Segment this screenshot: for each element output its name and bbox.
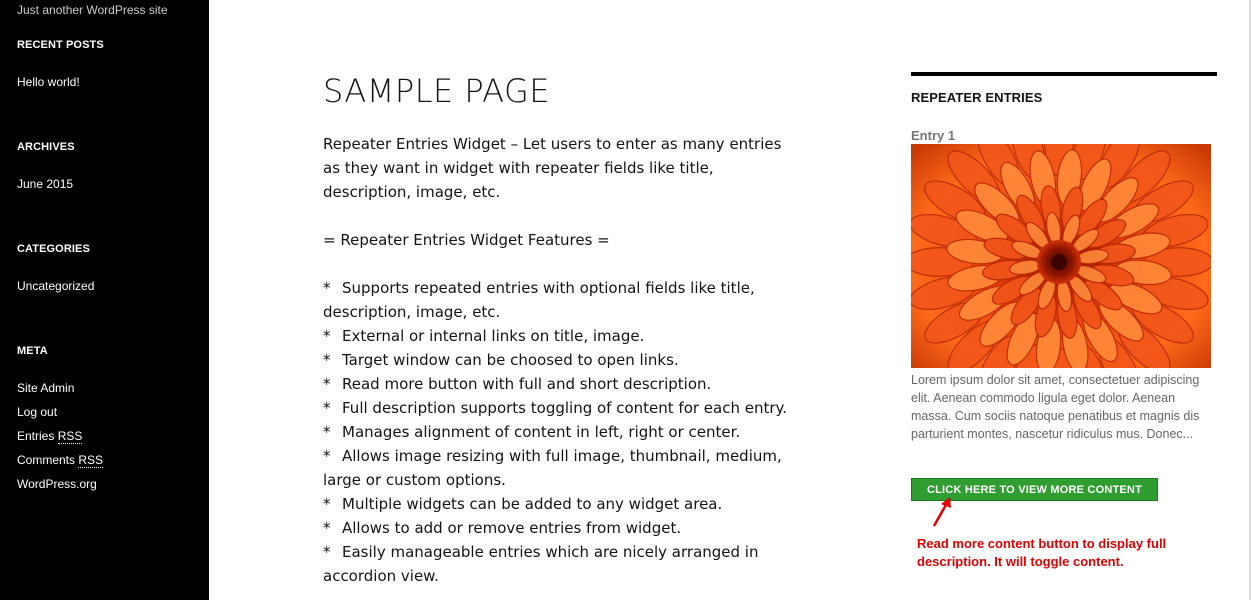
rss-abbr: RSS [57,429,83,444]
list-item: * External or internal links on title, im… [323,327,645,345]
page-title: SAMPLE PAGE [323,72,551,110]
list-item: * Multiple widgets can be added to any wi… [323,495,723,513]
page-content: Repeater Entries Widget – Let users to e… [323,132,798,588]
site-admin-link[interactable]: Site Admin [17,381,74,395]
recent-posts-title: RECENT POSTS [17,39,104,51]
meta-title: META [17,345,48,357]
list-item: * Allows to add or remove entries from wi… [323,519,682,537]
features-list: * Supports repeated entries with optional… [323,276,798,588]
list-item: * Full description supports toggling of c… [323,399,788,417]
orange-flower-image[interactable] [911,144,1211,368]
archive-link-june-2015[interactable]: June 2015 [17,177,73,191]
entry-title[interactable]: Entry 1 [911,128,955,143]
list-item: * Read more button with full and short de… [323,375,712,393]
wordpress-org-link[interactable]: WordPress.org [17,477,97,491]
features-heading: = Repeater Entries Widget Features = [323,231,610,249]
list-item: * Allows image resizing with full image, … [323,447,782,489]
site-tagline: Just another WordPress site [17,3,168,17]
list-item: * Manages alignment of content in left, r… [323,423,741,441]
comments-rss-link[interactable]: Comments RSS [17,453,104,468]
recent-post-link[interactable]: Hello world! [17,75,80,89]
comments-rss-label: Comments [17,453,79,467]
annotation-note: Read more content button to display full… [917,536,1167,569]
log-out-link[interactable]: Log out [17,405,57,419]
category-link-uncategorized[interactable]: Uncategorized [17,279,94,293]
intro-paragraph: Repeater Entries Widget – Let users to e… [323,135,782,201]
widget-top-border [911,72,1217,76]
entries-rss-link[interactable]: Entries RSS [17,429,83,444]
list-item: * Target window can be choosed to open li… [323,351,679,369]
list-item: * Supports repeated entries with optional… [323,279,755,321]
categories-title: CATEGORIES [17,243,90,255]
archives-title: ARCHIVES [17,141,75,153]
repeater-entries-widget: REPEATER ENTRIES [911,72,1217,105]
left-sidebar: Just another WordPress site RECENT POSTS… [0,0,209,600]
list-item: * Easily manageable entries which are nic… [323,543,759,585]
red-arrow-icon [932,497,951,527]
entries-rss-label: Entries [17,429,58,443]
widget-title: REPEATER ENTRIES [911,90,1043,105]
rss-abbr: RSS [78,453,104,468]
entry-description: Lorem ipsum dolor sit amet, consectetuer… [911,373,1200,441]
